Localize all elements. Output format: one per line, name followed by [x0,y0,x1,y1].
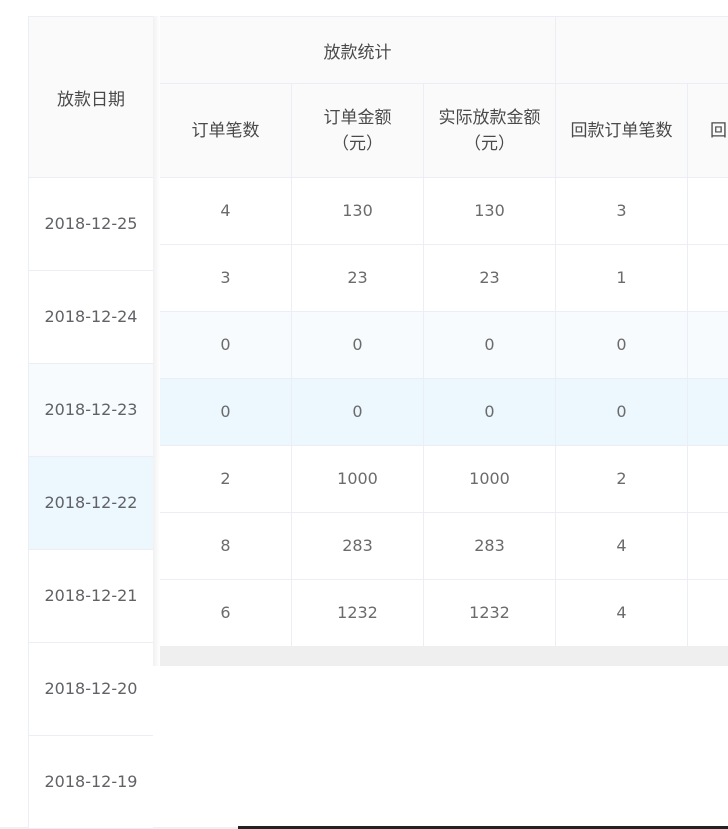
cell-order-count: 3 [160,245,292,311]
fixed-date-column: 放款日期 2018-12-25 2018-12-24 2018-12-23 20… [28,16,153,829]
table-row[interactable]: 2 1000 1000 2 [160,446,728,513]
cell-order-amount: 1232 [292,580,424,646]
table-row[interactable]: 4 130 130 3 [160,178,728,245]
cell-order-amount: 0 [292,379,424,445]
cell-repay-count: 3 [556,178,688,244]
cell-order-amount: 0 [292,312,424,378]
header-repay-count: 回款订单笔数 [556,84,688,177]
cell-order-amount: 23 [292,245,424,311]
cell-order-amount: 1000 [292,446,424,512]
cell-order-count: 0 [160,312,292,378]
header-truncated: 回 [710,120,727,141]
group-header-row: 放款统计 [160,17,728,84]
header-order-amount: 订单金额（元） [292,84,424,177]
date-cell: 2018-12-19 [29,736,153,829]
table-row[interactable]: 0 0 0 0 [160,379,728,446]
header-loan-date: 放款日期 [29,17,153,178]
table-row[interactable]: 6 1232 1232 4 [160,580,728,647]
cell-order-count: 8 [160,513,292,579]
column-header-row: 订单笔数 订单金额（元） 实际放款金额（元） 回款订单笔数 回 [160,84,728,178]
cell-order-amount: 283 [292,513,424,579]
cell-truncated [688,580,728,646]
cell-order-count: 2 [160,446,292,512]
cell-truncated [688,312,728,378]
cell-repay-count: 2 [556,446,688,512]
group-header-loan-stats: 放款统计 [160,17,556,83]
cell-truncated [688,446,728,512]
cell-truncated [688,178,728,244]
date-cell: 2018-12-24 [29,271,153,364]
cell-repay-count: 4 [556,513,688,579]
header-order-count: 订单笔数 [160,84,292,177]
date-cell: 2018-12-25 [29,178,153,271]
horizontal-scrollbar[interactable] [160,646,728,666]
cell-actual-amount: 1000 [424,446,556,512]
data-table: 放款统计 订单笔数 订单金额（元） 实际放款金额（元） 回款订单笔数 回 4 1… [160,16,728,666]
fixed-column-shadow [153,16,160,666]
cell-actual-amount: 23 [424,245,556,311]
group-header-next [556,17,728,83]
date-cell: 2018-12-21 [29,550,153,643]
cell-order-count: 0 [160,379,292,445]
cell-actual-amount: 0 [424,312,556,378]
cell-repay-count: 4 [556,580,688,646]
cell-truncated [688,513,728,579]
cell-order-amount: 130 [292,178,424,244]
cell-repay-count: 0 [556,312,688,378]
table-row[interactable]: 0 0 0 0 [160,312,728,379]
date-cell: 2018-12-20 [29,643,153,736]
date-cell: 2018-12-22 [29,457,153,550]
cell-actual-amount: 1232 [424,580,556,646]
cell-truncated [688,245,728,311]
cell-actual-amount: 0 [424,379,556,445]
header-actual-amount: 实际放款金额（元） [424,84,556,177]
cell-order-count: 6 [160,580,292,646]
cell-truncated [688,379,728,445]
cell-actual-amount: 130 [424,178,556,244]
table-row[interactable]: 3 23 23 1 [160,245,728,312]
cell-actual-amount: 283 [424,513,556,579]
date-cell: 2018-12-23 [29,364,153,457]
cell-order-count: 4 [160,178,292,244]
cell-repay-count: 1 [556,245,688,311]
cell-repay-count: 0 [556,379,688,445]
table-row[interactable]: 8 283 283 4 [160,513,728,580]
